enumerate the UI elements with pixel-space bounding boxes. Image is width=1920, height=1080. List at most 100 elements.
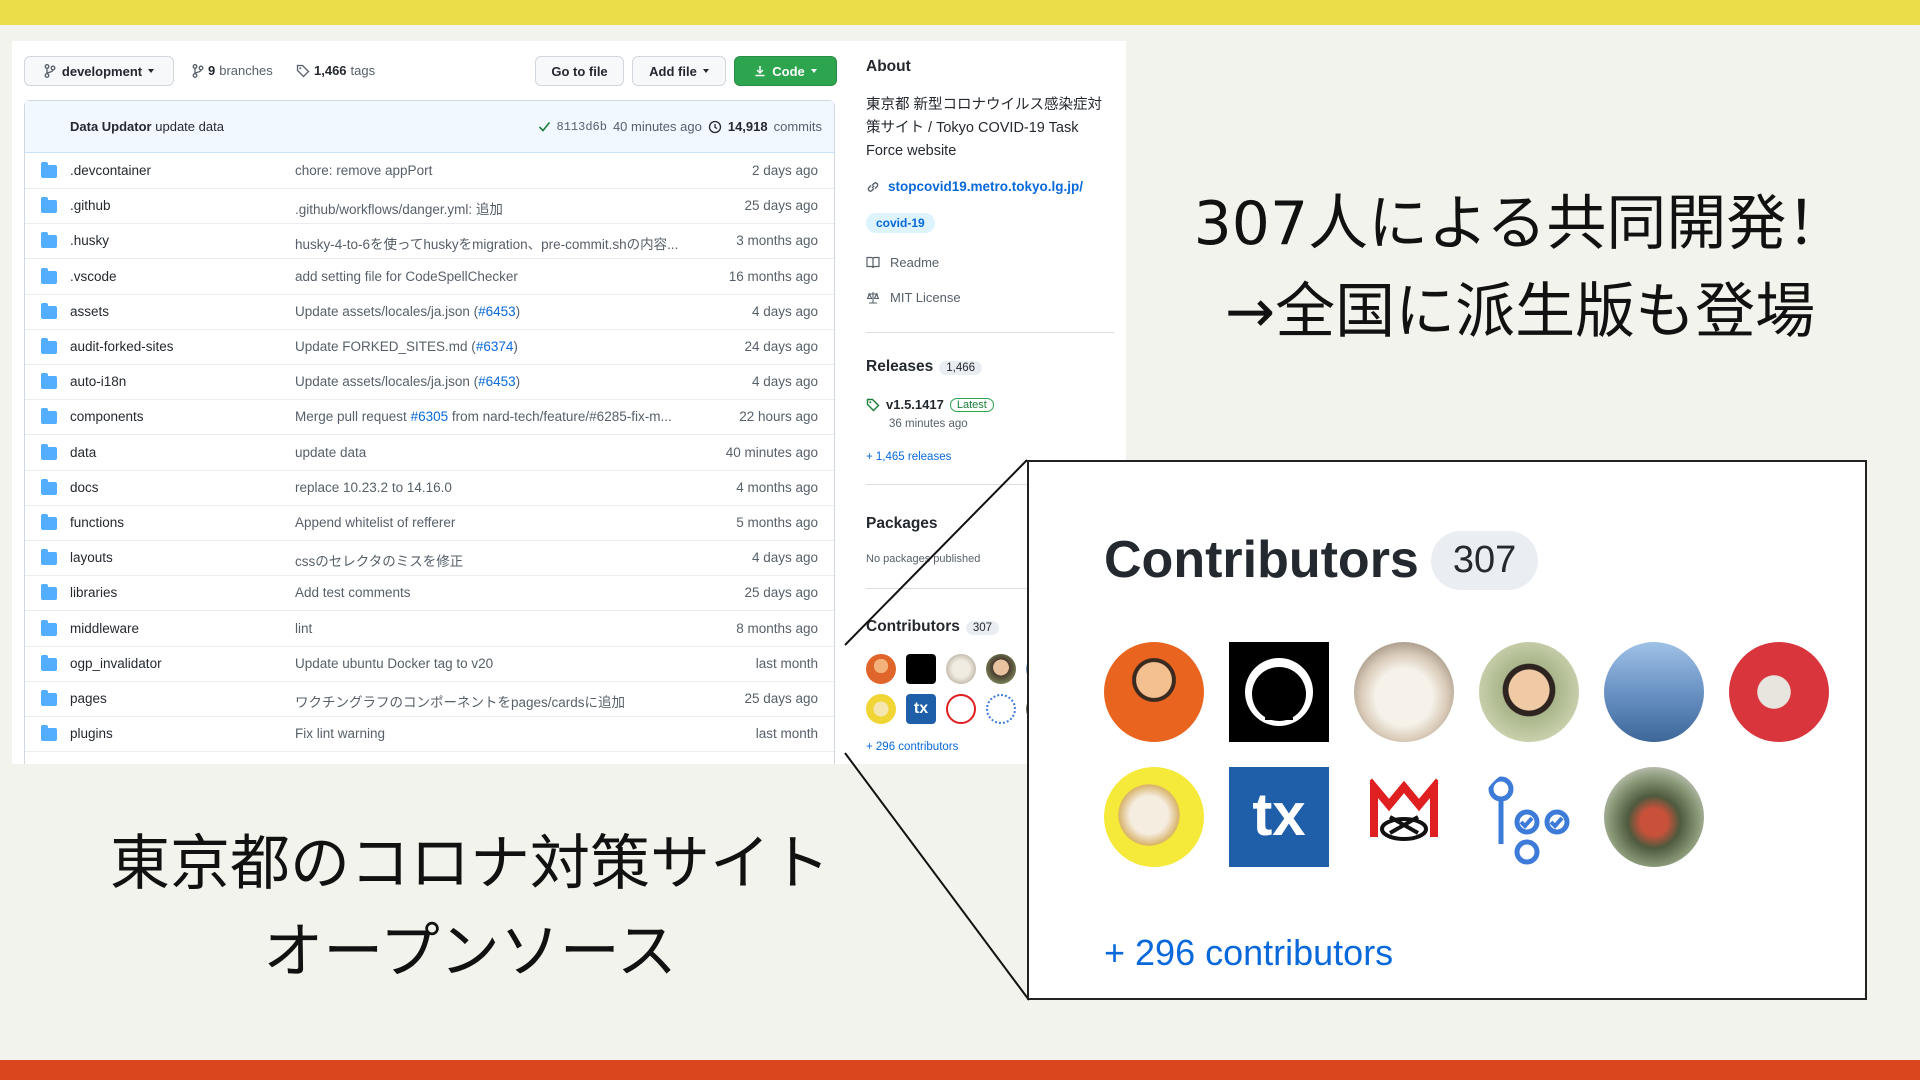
- file-row[interactable]: functions Append whitelist of refferer 5 m…: [25, 506, 834, 541]
- file-row[interactable]: .devcontainer chore: remove appPort 2 days…: [25, 154, 834, 189]
- commit-message-link[interactable]: Add test comments: [295, 585, 695, 600]
- file-row[interactable]: .github .github/workflows/danger.yml: 追加 2…: [25, 189, 834, 225]
- commit-message-link[interactable]: Update assets/locales/ja.json (#6453): [295, 374, 695, 389]
- commit-message-text[interactable]: Update ubuntu Docker tag to v20: [295, 656, 493, 671]
- github-octocat-icon[interactable]: [906, 654, 936, 684]
- code-button[interactable]: Code: [734, 56, 837, 86]
- contributor-avatar-person[interactable]: [1479, 642, 1579, 742]
- releases-heading[interactable]: Releases 1,466: [866, 358, 983, 376]
- contributor-avatar[interactable]: [986, 654, 1016, 684]
- commit-message-text[interactable]: add setting file for CodeSpellChecker: [295, 269, 518, 284]
- pull-request-link[interactable]: #6305: [411, 409, 449, 424]
- file-name[interactable]: middleware: [70, 621, 139, 636]
- commit-message-tail[interactable]: ): [516, 374, 521, 389]
- commit-author[interactable]: Data Updator: [70, 119, 152, 134]
- more-contributors-link[interactable]: + 296 contributors: [866, 741, 958, 753]
- commit-message-link[interactable]: update data: [295, 445, 695, 460]
- readme-link[interactable]: Readme: [866, 255, 939, 270]
- contributor-avatar-street[interactable]: [1604, 767, 1704, 867]
- website-url[interactable]: stopcovid19.metro.tokyo.lg.jp/: [888, 179, 1083, 194]
- commit-message-text[interactable]: lint: [295, 621, 312, 636]
- releases-label[interactable]: Releases: [866, 358, 933, 375]
- commit-message-text[interactable]: Update assets/locales/ja.json (: [295, 304, 478, 319]
- commit-author-message[interactable]: Data Updator update data: [70, 119, 224, 134]
- readme-label[interactable]: Readme: [890, 255, 939, 270]
- commit-message-link[interactable]: ワクチングラフのコンポーネントをpages/cardsに追加: [295, 691, 695, 711]
- pull-request-link[interactable]: #6374: [476, 339, 514, 354]
- commit-message-link[interactable]: husky-4-to-6を使ってhuskyをmigration、pre-comm…: [295, 233, 695, 253]
- commit-message-link[interactable]: Update FORKED_SITES.md (#6374): [295, 339, 695, 354]
- commit-message-text[interactable]: Append whitelist of refferer: [295, 515, 455, 530]
- branch-select-button[interactable]: development: [24, 56, 174, 86]
- file-row[interactable]: layouts cssのセレクタのミスを修正 4 days ago: [25, 541, 834, 577]
- commit-message-tail[interactable]: from nard-tech/feature/#6285-fix-m...: [448, 409, 672, 424]
- contributor-avatar[interactable]: [946, 654, 976, 684]
- contributor-avatar-cat[interactable]: [1354, 642, 1454, 742]
- contributors-label[interactable]: Contributors: [866, 618, 960, 635]
- file-row[interactable]: .vscode add setting file for CodeSpellChe…: [25, 260, 834, 295]
- pull-request-link[interactable]: #6453: [478, 374, 516, 389]
- commit-message-text[interactable]: Update FORKED_SITES.md (: [295, 339, 476, 354]
- commit-sha[interactable]: 8113d6b: [557, 120, 607, 134]
- file-name[interactable]: .devcontainer: [70, 163, 151, 178]
- file-row[interactable]: audit-forked-sites Update FORKED_SITES.md…: [25, 330, 834, 365]
- file-row[interactable]: .husky husky-4-to-6を使ってhuskyをmigration、pr…: [25, 224, 834, 260]
- file-row[interactable]: libraries Add test comments 25 days ago: [25, 576, 834, 612]
- musician-logo-icon[interactable]: [1354, 767, 1454, 867]
- file-name[interactable]: plugins: [70, 726, 113, 741]
- file-name[interactable]: data: [70, 445, 96, 460]
- commit-message-link[interactable]: .github/workflows/danger.yml: 追加: [295, 198, 695, 218]
- contributors-heading[interactable]: Contributors 307: [866, 618, 1000, 636]
- file-name[interactable]: layouts: [70, 550, 113, 565]
- commit-message-link[interactable]: Append whitelist of refferer: [295, 515, 695, 530]
- commit-message-link[interactable]: add setting file for CodeSpellChecker: [295, 269, 695, 284]
- branches-link[interactable]: 9 branches: [192, 63, 273, 78]
- commit-message-text[interactable]: Fix lint warning: [295, 726, 385, 741]
- file-row[interactable]: auto-i18n Update assets/locales/ja.json (…: [25, 365, 834, 401]
- commit-message-link[interactable]: Update assets/locales/ja.json (#6453): [295, 304, 695, 319]
- musician-logo-icon[interactable]: [946, 694, 976, 724]
- file-name[interactable]: pages: [70, 691, 107, 706]
- contributor-avatar-orange[interactable]: [1104, 642, 1204, 742]
- commit-message-link[interactable]: replace 10.23.2 to 14.16.0: [295, 480, 695, 495]
- latest-release[interactable]: v1.5.1417 Latest: [866, 397, 994, 412]
- commit-message-text[interactable]: Update assets/locales/ja.json (: [295, 374, 478, 389]
- release-tag[interactable]: v1.5.1417: [886, 397, 944, 412]
- contributor-avatar[interactable]: [866, 654, 896, 684]
- file-row[interactable]: pages ワクチングラフのコンポーネントをpages/cardsに追加 25 da…: [25, 682, 834, 717]
- file-row[interactable]: docs replace 10.23.2 to 14.16.0 4 months a…: [25, 471, 834, 506]
- commit-message-text[interactable]: chore: remove appPort: [295, 163, 432, 178]
- commit-message-link[interactable]: Update ubuntu Docker tag to v20: [295, 656, 695, 671]
- file-name[interactable]: ogp_invalidator: [70, 656, 162, 671]
- contributor-avatar[interactable]: [866, 694, 896, 724]
- add-file-button[interactable]: Add file: [632, 56, 726, 86]
- commit-message-text[interactable]: cssのセレクタのミスを修正: [295, 554, 463, 569]
- pull-request-link[interactable]: #6453: [478, 304, 516, 319]
- tags-link[interactable]: 1,466 tags: [296, 63, 375, 78]
- file-name[interactable]: docs: [70, 480, 99, 495]
- commit-message-text[interactable]: husky-4-to-6を使ってhuskyをmigration、pre-comm…: [295, 237, 678, 252]
- topic-tag[interactable]: covid-19: [866, 213, 935, 233]
- file-row[interactable]: plugins Fix lint warning last month: [25, 717, 834, 753]
- file-name[interactable]: auto-i18n: [70, 374, 126, 389]
- contributor-avatar-red[interactable]: [1729, 642, 1829, 742]
- file-name[interactable]: .vscode: [70, 269, 117, 284]
- file-name[interactable]: components: [70, 409, 144, 424]
- file-row[interactable]: components Merge pull request #6305 from …: [25, 400, 834, 436]
- tx-logo-icon[interactable]: tx: [1229, 767, 1329, 867]
- commit-message-text[interactable]: .github/workflows/danger.yml: 追加: [295, 202, 503, 217]
- commit-message-link[interactable]: lint: [295, 621, 695, 636]
- website-link[interactable]: stopcovid19.metro.tokyo.lg.jp/: [866, 179, 1083, 194]
- contributor-avatar-trumpet[interactable]: [1104, 767, 1204, 867]
- commit-message-link[interactable]: chore: remove appPort: [295, 163, 695, 178]
- zoom-more-contributors-link[interactable]: + 296 contributors: [1104, 932, 1393, 974]
- commit-message-text[interactable]: ワクチングラフのコンポーネントをpages/cardsに追加: [295, 695, 625, 710]
- file-row[interactable]: assets Update assets/locales/ja.json (#64…: [25, 295, 834, 330]
- commit-message-text[interactable]: replace 10.23.2 to 14.16.0: [295, 480, 452, 495]
- contributor-avatar-sea[interactable]: [1604, 642, 1704, 742]
- more-releases-link[interactable]: + 1,465 releases: [866, 451, 951, 463]
- file-name[interactable]: .github: [70, 198, 111, 213]
- file-name[interactable]: functions: [70, 515, 124, 530]
- commit-message-link[interactable]: Fix lint warning: [295, 726, 695, 741]
- commits-label[interactable]: commits: [774, 119, 822, 134]
